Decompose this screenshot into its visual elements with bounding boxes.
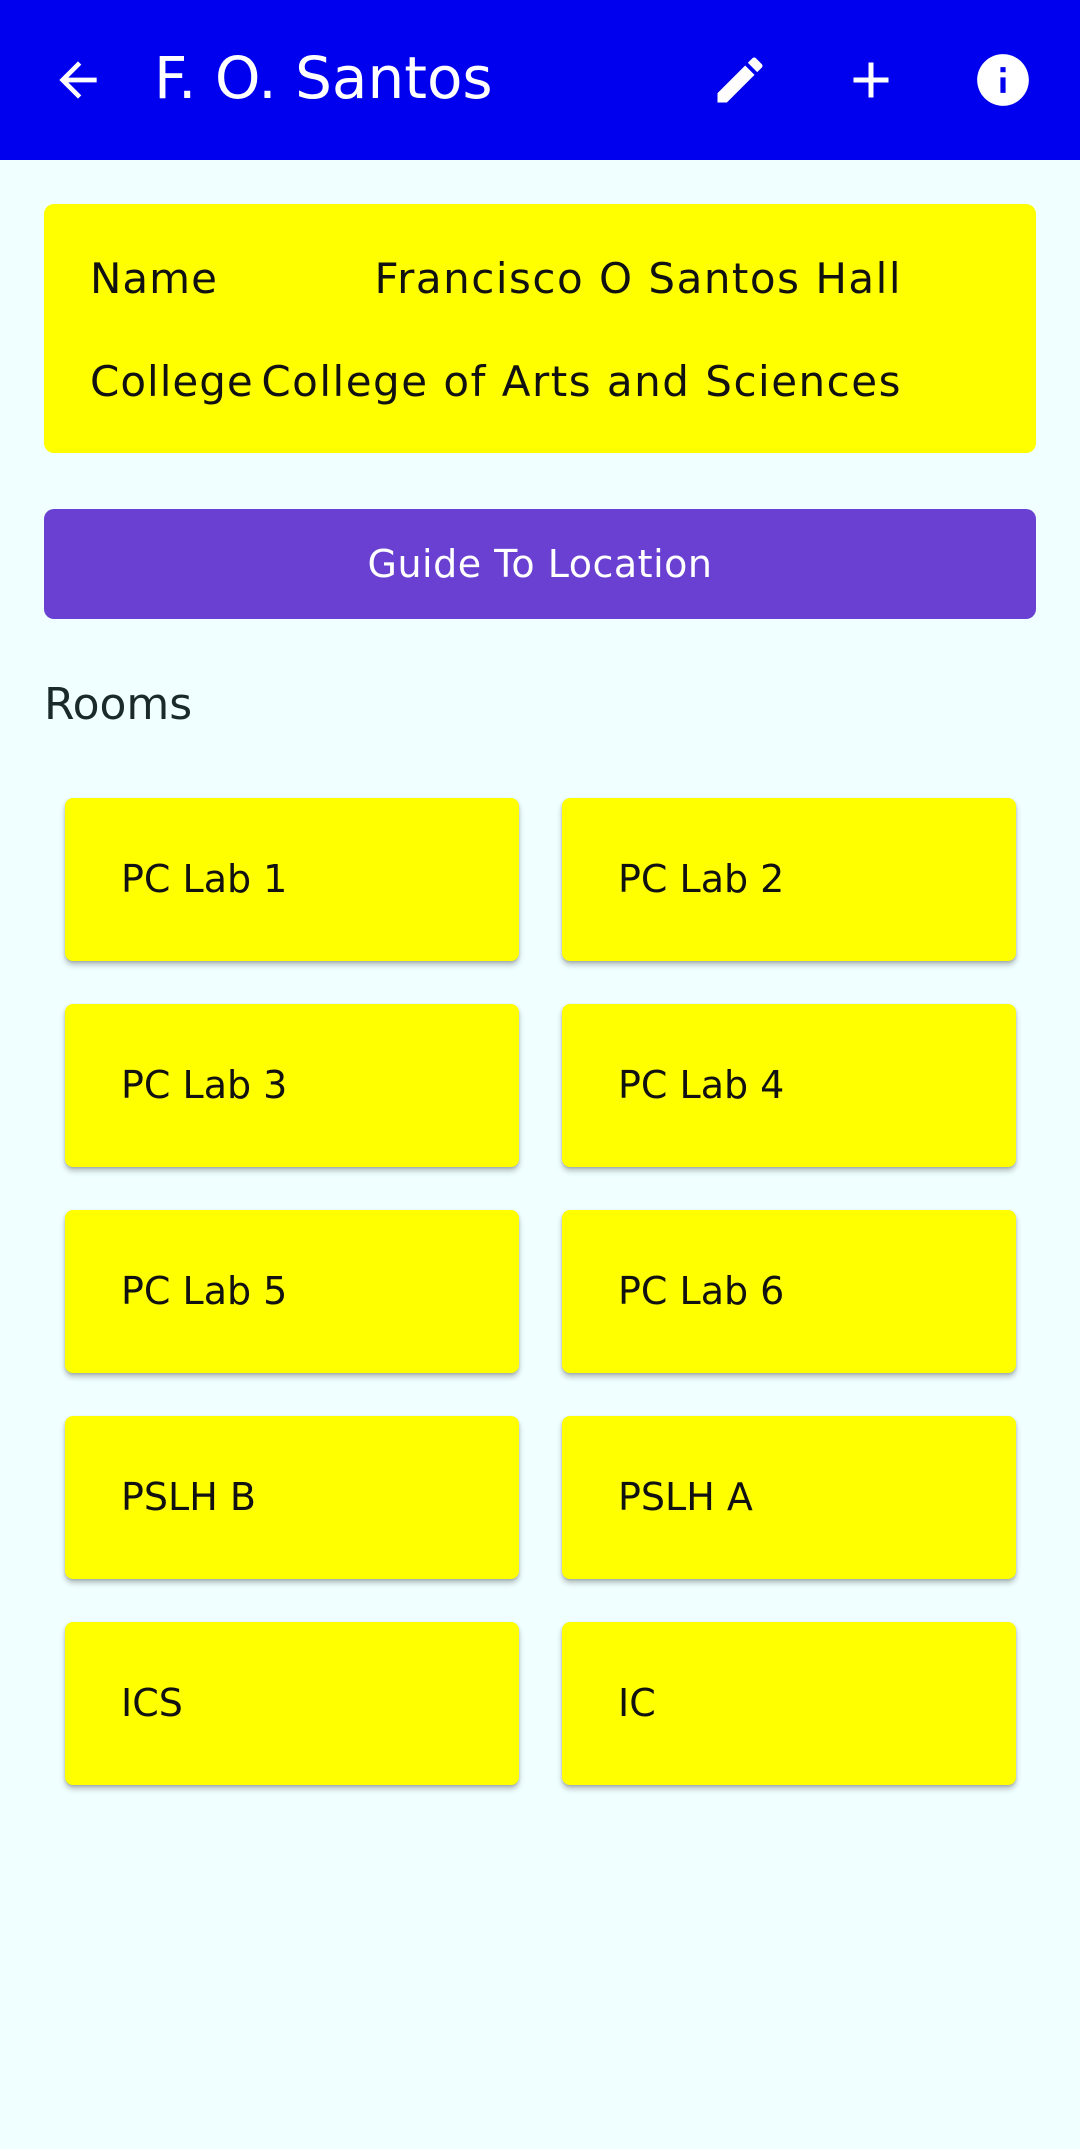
room-card[interactable]: PC Lab 5 — [65, 1210, 519, 1373]
room-card[interactable]: PC Lab 2 — [562, 798, 1016, 961]
pencil-icon — [717, 57, 763, 103]
plus-icon — [853, 62, 889, 98]
room-card[interactable]: PC Lab 4 — [562, 1004, 1016, 1167]
room-card[interactable]: PSLH A — [562, 1416, 1016, 1579]
college-label: College — [90, 357, 254, 406]
rooms-section-title: Rooms — [44, 679, 193, 730]
room-card[interactable]: IC — [562, 1622, 1016, 1785]
room-label: IC — [618, 1681, 656, 1725]
room-card[interactable]: PSLH B — [65, 1416, 519, 1579]
room-label: PC Lab 3 — [121, 1063, 288, 1107]
name-label: Name — [90, 254, 218, 303]
building-college-row: College College of Arts and Sciences — [0, 347, 992, 417]
room-card[interactable]: PC Lab 6 — [562, 1210, 1016, 1373]
building-name-row: Name Francisco O Santos Hall — [0, 244, 992, 314]
arrow-left-icon — [59, 61, 97, 99]
add-button[interactable] — [823, 32, 919, 128]
page-title: F. O. Santos — [154, 44, 493, 112]
room-label: PSLH A — [618, 1475, 753, 1519]
back-button[interactable] — [30, 32, 126, 128]
info-circle-icon — [977, 54, 1029, 106]
college-value: College of Arts and Sciences — [261, 357, 902, 406]
app-bar: F. O. Santos — [0, 0, 1080, 160]
room-card[interactable]: PC Lab 3 — [65, 1004, 519, 1167]
info-button[interactable] — [955, 32, 1051, 128]
room-card[interactable]: PC Lab 1 — [65, 798, 519, 961]
name-value: Francisco O Santos Hall — [374, 254, 902, 303]
room-card[interactable]: ICS — [65, 1622, 519, 1785]
room-label: ICS — [121, 1681, 183, 1725]
room-label: PC Lab 2 — [618, 857, 785, 901]
room-label: PC Lab 5 — [121, 1269, 288, 1313]
room-label: PSLH B — [121, 1475, 256, 1519]
guide-to-location-button[interactable]: Guide To Location — [44, 509, 1036, 619]
room-label: PC Lab 6 — [618, 1269, 785, 1313]
room-label: PC Lab 4 — [618, 1063, 785, 1107]
room-label: PC Lab 1 — [121, 857, 288, 901]
edit-button[interactable] — [692, 32, 788, 128]
